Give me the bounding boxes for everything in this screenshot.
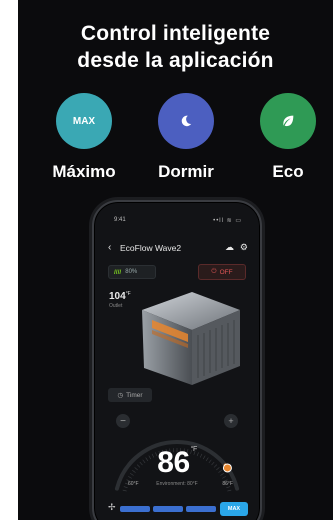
mode-eco-label: Eco: [272, 162, 304, 181]
timer-button[interactable]: ◷ Timer: [108, 388, 152, 402]
power-label: OFF: [219, 268, 233, 276]
fan-speed-segment[interactable]: [186, 506, 216, 512]
max-icon-text: MAX: [72, 115, 96, 127]
battery-level: 80%: [125, 269, 138, 275]
back-chevron-icon[interactable]: ‹: [108, 242, 111, 253]
mode-sleep-label: Dormir: [158, 162, 214, 181]
power-icon: ⏻: [211, 268, 217, 275]
fan-speed-row: ✢ MAX: [108, 502, 248, 516]
app-title: EcoFlow Wave2: [120, 243, 182, 253]
battery-bars-icon: ////: [114, 268, 122, 276]
outlet-label: Outlet: [109, 303, 123, 309]
status-time: 9:41: [114, 217, 126, 223]
fan-speed-segment[interactable]: [153, 506, 183, 512]
headline: Control inteligente desde la aplicación: [18, 20, 333, 74]
headline-line-1: Control inteligente: [80, 22, 271, 45]
battery-indicator: //// 80%: [108, 265, 156, 279]
fan-speed-segment[interactable]: [120, 506, 150, 512]
mode-max-button[interactable]: MAX: [56, 93, 112, 149]
range-max: 86°F: [222, 481, 233, 487]
moon-icon: [181, 115, 192, 127]
headline-line-2: desde la aplicación: [77, 49, 274, 72]
mode-sleep-button[interactable]: [158, 93, 214, 149]
mode-eco-button[interactable]: [260, 93, 316, 149]
phone-mockup: 9:41 ••ll ≋ ▭ ‹ EcoFlow Wave2 ☁ ⚙ //// 8…: [92, 200, 262, 520]
clock-icon: ◷: [117, 392, 124, 399]
app-header: ‹ EcoFlow Wave2 ☁ ⚙: [108, 242, 248, 255]
power-toggle-button[interactable]: ⏻ OFF: [198, 264, 246, 280]
air-conditioner-image: [142, 292, 240, 385]
fan-icon: ✢: [108, 502, 116, 512]
promo-poster: Control inteligente desde la aplicación …: [18, 0, 333, 520]
cloud-icon[interactable]: ☁: [225, 242, 234, 253]
mode-max-label: Máximo: [52, 162, 116, 181]
gear-icon[interactable]: ⚙: [240, 242, 248, 253]
set-temp-unit: °F: [190, 446, 198, 453]
set-temp-value: 86: [157, 446, 190, 479]
status-icons: ••ll ≋ ▭: [213, 218, 242, 224]
environment-temp: Environment: 80°F: [156, 481, 198, 487]
leaf-icon: [283, 115, 294, 127]
fan-max-button[interactable]: MAX: [220, 502, 248, 516]
timer-label: Timer: [126, 391, 143, 399]
set-temperature: 86°F: [94, 446, 260, 480]
